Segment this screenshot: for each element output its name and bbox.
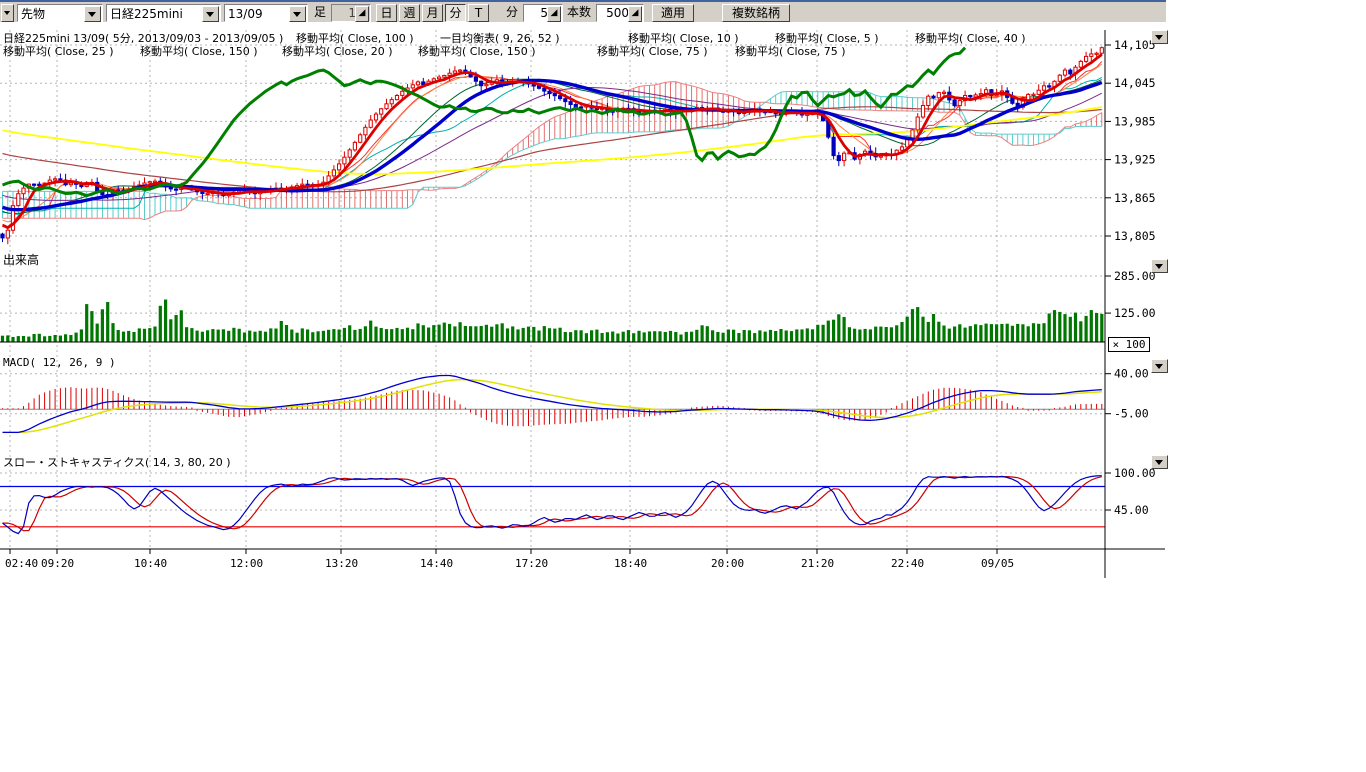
chevron-down-icon (88, 12, 96, 21)
svg-text:17:20: 17:20 (515, 557, 548, 570)
chevron-down-icon (1155, 264, 1163, 273)
market-select[interactable]: 先物 (17, 4, 103, 22)
contract-month-drop-button[interactable] (289, 6, 306, 22)
toolbar-mini-dropdown-button[interactable] (1, 4, 14, 22)
legend-row-2: 移動平均( Close, 25 )移動平均( Close, 150 )移動平均(… (0, 43, 1105, 55)
chevron-down-icon (4, 11, 10, 18)
macd-pane-dropdown-button[interactable] (1151, 359, 1168, 373)
legend-item: 移動平均( Close, 150 ) (140, 43, 258, 59)
chevron-down-icon (1155, 35, 1163, 44)
macd-pane-label: MACD( 12, 26, 9 ) (3, 356, 116, 369)
contract-month-value: 13/09 (228, 6, 263, 22)
legend-item: 移動平均( Close, 75 ) (597, 43, 708, 59)
bar-count-label: 本数 (567, 4, 591, 22)
svg-text:21:20: 21:20 (801, 557, 834, 570)
legend-item: 移動平均( Close, 25 ) (3, 43, 114, 59)
tick-button[interactable]: T (468, 4, 489, 22)
svg-text:09/05: 09/05 (981, 557, 1014, 570)
market-select-value: 先物 (21, 6, 45, 22)
svg-text:10:40: 10:40 (134, 557, 167, 570)
svg-text:14,105: 14,105 (1114, 38, 1156, 52)
svg-text:125.00: 125.00 (1114, 306, 1156, 320)
spinner-icon[interactable]: ◢ (547, 6, 561, 22)
legend-item: 移動平均( Close, 20 ) (282, 43, 393, 59)
svg-text:40.00: 40.00 (1114, 367, 1149, 381)
volume-pane-label: 出来高 (3, 251, 39, 268)
svg-text:14,045: 14,045 (1114, 76, 1156, 90)
bar-interval-spinner[interactable]: 1 ◢ (331, 4, 371, 22)
svg-text:12:00: 12:00 (230, 557, 263, 570)
svg-text:13:20: 13:20 (325, 557, 358, 570)
svg-text:13,865: 13,865 (1114, 191, 1156, 205)
monthly-button[interactable]: 月 (422, 4, 443, 22)
svg-text:13,925: 13,925 (1114, 153, 1156, 167)
chevron-down-icon (1155, 364, 1163, 373)
chart-area: 02:4009:20 10:40 12:00 13:20 14:40 17:20 18:40… (0, 22, 1366, 768)
legend-row-1: 日経225mini 13/09( 5分, 2013/09/03 - 2013/0… (0, 30, 1105, 42)
symbol-select[interactable]: 日経225mini (106, 4, 221, 22)
chevron-down-icon (206, 12, 214, 21)
symbol-select-drop-button[interactable] (202, 6, 219, 22)
svg-text:285.00: 285.00 (1114, 269, 1156, 283)
volume-multiplier-badge: × 100 (1108, 337, 1150, 352)
spinner-icon[interactable]: ◢ (355, 6, 369, 22)
market-select-drop-button[interactable] (84, 6, 101, 22)
apply-button[interactable]: 適用 (652, 4, 694, 22)
spinner-icon[interactable]: ◢ (628, 6, 642, 22)
bar-count-spinner[interactable]: 500 ◢ (596, 4, 644, 22)
minute-button[interactable]: 分 (445, 4, 466, 22)
minute-label: 分 (506, 4, 518, 22)
svg-text:18:40: 18:40 (614, 557, 647, 570)
chevron-down-icon (293, 12, 301, 21)
minute-spinner[interactable]: 5 ◢ (523, 4, 563, 22)
price-volume-macd-stoch-chart: 02:4009:20 10:40 12:00 13:20 14:40 17:20 18:40… (0, 22, 1366, 768)
svg-text:100.00: 100.00 (1114, 466, 1156, 480)
svg-text:45.00: 45.00 (1114, 503, 1149, 517)
legend-item: 移動平均( Close, 75 ) (735, 43, 846, 59)
chevron-down-icon (1155, 460, 1163, 469)
svg-text:20:00: 20:00 (711, 557, 744, 570)
price-pane-dropdown-button[interactable] (1151, 30, 1168, 44)
volume-pane-dropdown-button[interactable] (1151, 259, 1168, 273)
stoch-pane-dropdown-button[interactable] (1151, 455, 1168, 469)
daily-button[interactable]: 日 (376, 4, 397, 22)
multi-symbol-button[interactable]: 複数銘柄 (722, 4, 790, 22)
bar-type-label: 足 (314, 4, 326, 22)
toolbar: 先物 日経225mini 13/09 足 1 ◢ 日 週 月 分 T 分 5 ◢… (0, 0, 1166, 22)
svg-text:02:40: 02:40 (5, 557, 38, 570)
svg-text:13,805: 13,805 (1114, 229, 1156, 243)
svg-text:09:20: 09:20 (41, 557, 74, 570)
svg-text:14:40: 14:40 (420, 557, 453, 570)
svg-text:22:40: 22:40 (891, 557, 924, 570)
svg-text:-5.00: -5.00 (1114, 407, 1149, 421)
legend-item: 移動平均( Close, 150 ) (418, 43, 536, 59)
contract-month-select[interactable]: 13/09 (224, 4, 308, 22)
symbol-select-value: 日経225mini (110, 6, 183, 22)
bar-count-value: 500 (606, 6, 629, 20)
svg-text:13,985: 13,985 (1114, 114, 1156, 128)
weekly-button[interactable]: 週 (399, 4, 420, 22)
stoch-pane-label: スロー・ストキャスティクス( 14, 3, 80, 20 ) (3, 454, 231, 470)
